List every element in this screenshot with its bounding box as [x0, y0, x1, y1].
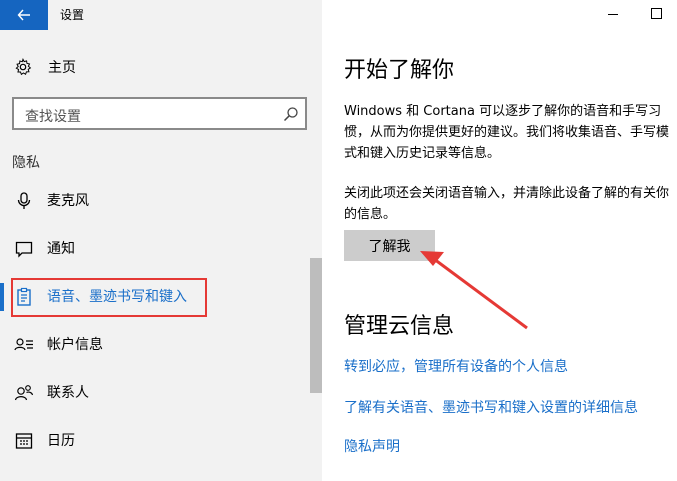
- sidebar-item-account-info[interactable]: 帐户信息: [0, 324, 310, 364]
- annotation-highlight-box: [11, 278, 207, 317]
- window-title: 设置: [60, 8, 85, 22]
- home-label: 主页: [48, 60, 76, 76]
- notification-icon: [15, 241, 33, 258]
- sidebar-item-microphone[interactable]: 麦克风: [0, 180, 310, 220]
- section-label-privacy: 隐私: [12, 155, 40, 171]
- title-bar: 设置: [0, 0, 322, 32]
- calendar-icon: [15, 433, 33, 449]
- search-input[interactable]: 查找设置: [25, 106, 81, 126]
- sidebar-item-label: 通知: [47, 241, 75, 257]
- annotation-arrow: [420, 251, 528, 330]
- microphone-icon: [17, 192, 31, 209]
- sidebar-item-contacts[interactable]: 联系人: [0, 372, 310, 412]
- sidebar-item-label: 日历: [47, 433, 75, 449]
- sidebar-item-label: 帐户信息: [47, 337, 103, 353]
- main-content: 开始了解你 Windows 和 Cortana 可以逐步了解你的语音和手写习惯，…: [322, 0, 677, 481]
- search-icon[interactable]: [283, 106, 299, 122]
- contacts-icon: [14, 385, 34, 401]
- sidebar-item-label: 麦克风: [47, 193, 89, 209]
- account-info-icon: [14, 338, 33, 351]
- sidebar-item-label: 联系人: [47, 385, 89, 401]
- settings-window: 设置 主页 查找设置 隐私 麦克风 通知 语音、墨迹书写和键入 帐户信息 联系人…: [0, 0, 677, 481]
- sidebar-item-calendar[interactable]: 日历: [0, 420, 310, 460]
- sidebar-item-notifications[interactable]: 通知: [0, 228, 310, 268]
- back-arrow-icon: [17, 9, 30, 21]
- sidebar-scrollbar[interactable]: [310, 258, 322, 393]
- back-button[interactable]: [0, 0, 48, 30]
- home-nav-item[interactable]: 主页: [14, 54, 76, 80]
- gear-icon: [15, 58, 32, 76]
- search-box[interactable]: 查找设置: [12, 97, 307, 130]
- sidebar: 设置 主页 查找设置 隐私 麦克风 通知 语音、墨迹书写和键入 帐户信息 联系人…: [0, 0, 322, 481]
